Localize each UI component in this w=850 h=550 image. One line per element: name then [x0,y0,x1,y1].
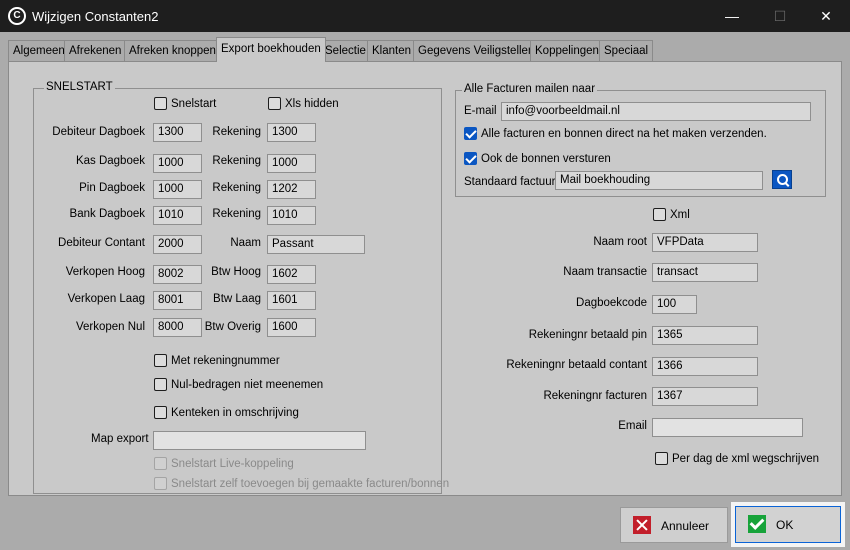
xls-hidden-checkbox[interactable]: Xls hidden [268,97,339,110]
btw-overig-input[interactable]: 1600 [267,318,316,337]
snelstart-live-koppeling-checkbox: Snelstart Live-koppeling [154,457,294,470]
minimize-icon[interactable]: — [721,5,743,27]
map-export-label: Map export [91,433,149,445]
bank-dagboek-input[interactable]: 1010 [153,206,202,225]
window-title: Wijzigen Constanten2 [32,9,159,24]
xml-checkbox[interactable]: Xml [653,208,690,221]
tab-export-boekhouden[interactable]: Export boekhouden [216,37,326,62]
email-input[interactable]: info@voorbeeldmail.nl [501,102,811,121]
tab-algemeen[interactable]: Algemeen [8,40,70,61]
tab-strip: Algemeen Afrekenen Afreken knoppen Expor… [0,32,850,62]
checkbox-checked-icon [464,127,477,140]
map-export-input[interactable] [153,431,366,450]
debiteur-contant-label: Debiteur Contant [58,237,145,249]
pin-rekening-label: Rekening [212,182,261,194]
debiteur-contant-input[interactable]: 2000 [153,235,202,254]
pin-dagboek-input[interactable]: 1000 [153,180,202,199]
btw-hoog-input[interactable]: 1602 [267,265,316,284]
verkopen-laag-input[interactable]: 8001 [153,291,202,310]
naam-transactie-label: Naam transactie [563,266,647,278]
standaard-factuur-input[interactable]: Mail boekhouding [555,171,763,190]
naam-transactie-input[interactable]: transact [652,263,758,282]
met-rekeningnummer-checkbox[interactable]: Met rekeningnummer [154,354,280,367]
cancel-x-icon [633,516,651,534]
checkmark-icon [748,515,766,533]
naam-input[interactable]: Passant [267,235,365,254]
rekeningnr-facturen-label: Rekeningnr facturen [543,390,647,402]
xml-email-label: Email [618,420,647,432]
kas-rekening-label: Rekening [212,155,261,167]
snelstart-checkbox[interactable]: Snelstart [154,97,216,110]
pin-rekening-input[interactable]: 1202 [267,180,316,199]
verkopen-hoog-input[interactable]: 8002 [153,265,202,284]
checkbox-unchecked-icon [154,378,167,391]
checkbox-unchecked-icon [154,477,167,490]
tab-gegevens-veiligstellen[interactable]: Gegevens Veiligstellen [413,40,540,61]
snelstart-zelf-toevoegen-checkbox: Snelstart zelf toevoegen bij gemaakte fa… [154,477,449,490]
kas-rekening-input[interactable]: 1000 [267,154,316,173]
checkbox-unchecked-icon [154,354,167,367]
naam-label: Naam [230,237,261,249]
tab-koppelingen[interactable]: Koppelingen [530,40,604,61]
naam-root-label: Naam root [593,236,647,248]
dagboekcode-label: Dagboekcode [576,297,647,309]
verkopen-nul-label: Verkopen Nul [75,321,145,333]
checkbox-unchecked-icon [154,457,167,470]
checkbox-unchecked-icon [154,406,167,419]
checkbox-unchecked-icon [268,97,281,110]
ok-button[interactable]: OK [735,506,841,543]
bank-rekening-label: Rekening [212,208,261,220]
title-bar: C Wijzigen Constanten2 — ☐ ✕ [0,0,850,32]
email-label: E-mail [464,105,497,117]
rekeningnr-facturen-input[interactable]: 1367 [652,387,758,406]
tab-speciaal[interactable]: Speciaal [599,40,654,61]
btw-overig-label: Btw Overig [204,321,261,333]
checkbox-checked-icon [464,152,477,165]
verkopen-laag-label: Verkopen Laag [67,293,145,305]
standaard-factuur-label: Standaard factuur [464,176,556,188]
tab-klanten[interactable]: Klanten [367,40,417,61]
btw-laag-label: Btw Laag [213,293,261,305]
facturen-mailen-legend: Alle Facturen mailen naar [462,83,598,95]
pin-dagboek-label: Pin Dagboek [79,182,145,194]
per-dag-xml-checkbox[interactable]: Per dag de xml wegschrijven [655,452,819,465]
debiteur-rekening-label: Rekening [212,126,261,138]
rekeningnr-pin-input[interactable]: 1365 [652,326,758,345]
rekeningnr-pin-label: Rekeningnr betaald pin [528,329,647,341]
maximize-icon: ☐ [773,8,787,24]
naam-root-input[interactable]: VFPData [652,233,758,252]
kas-dagboek-input[interactable]: 1000 [153,154,202,173]
debiteur-dagboek-label: Debiteur Dagboek [52,126,145,138]
debiteur-dagboek-input[interactable]: 1300 [153,123,202,142]
cancel-button[interactable]: Annuleer [620,507,728,543]
rekeningnr-contant-label: Rekeningnr betaald contant [506,359,647,371]
bank-rekening-input[interactable]: 1010 [267,206,316,225]
debiteur-rekening-input[interactable]: 1300 [267,123,316,142]
bank-dagboek-label: Bank Dagboek [69,208,145,220]
checkbox-unchecked-icon [154,97,167,110]
tab-afreken-knoppen[interactable]: Afreken knoppen [124,40,221,61]
app-logo-icon: C [8,7,26,25]
snelstart-legend: SNELSTART [44,81,115,93]
nul-bedragen-checkbox[interactable]: Nul-bedragen niet meenemen [154,378,323,391]
dagboekcode-input[interactable]: 100 [652,295,697,314]
checkbox-unchecked-icon [655,452,668,465]
search-icon[interactable] [772,170,792,189]
verkopen-hoog-label: Verkopen Hoog [65,266,145,278]
bonnen-versturen-checkbox[interactable]: Ook de bonnen versturen [464,152,611,165]
kas-dagboek-label: Kas Dagboek [75,155,145,167]
export-boekhouden-panel: SNELSTART Snelstart Xls hidden Debiteur … [8,61,842,496]
direct-verzenden-checkbox[interactable]: Alle facturen en bonnen direct na het ma… [464,127,767,140]
tab-afrekenen[interactable]: Afrekenen [64,40,127,61]
close-icon[interactable]: ✕ [815,5,837,27]
btw-laag-input[interactable]: 1601 [267,291,316,310]
kenteken-checkbox[interactable]: Kenteken in omschrijving [154,406,299,419]
rekeningnr-contant-input[interactable]: 1366 [652,357,758,376]
verkopen-nul-input[interactable]: 8000 [153,318,202,337]
xml-email-input[interactable] [652,418,803,437]
checkbox-unchecked-icon [653,208,666,221]
btw-hoog-label: Btw Hoog [211,266,261,278]
tab-selectie[interactable]: Selectie [320,40,371,61]
